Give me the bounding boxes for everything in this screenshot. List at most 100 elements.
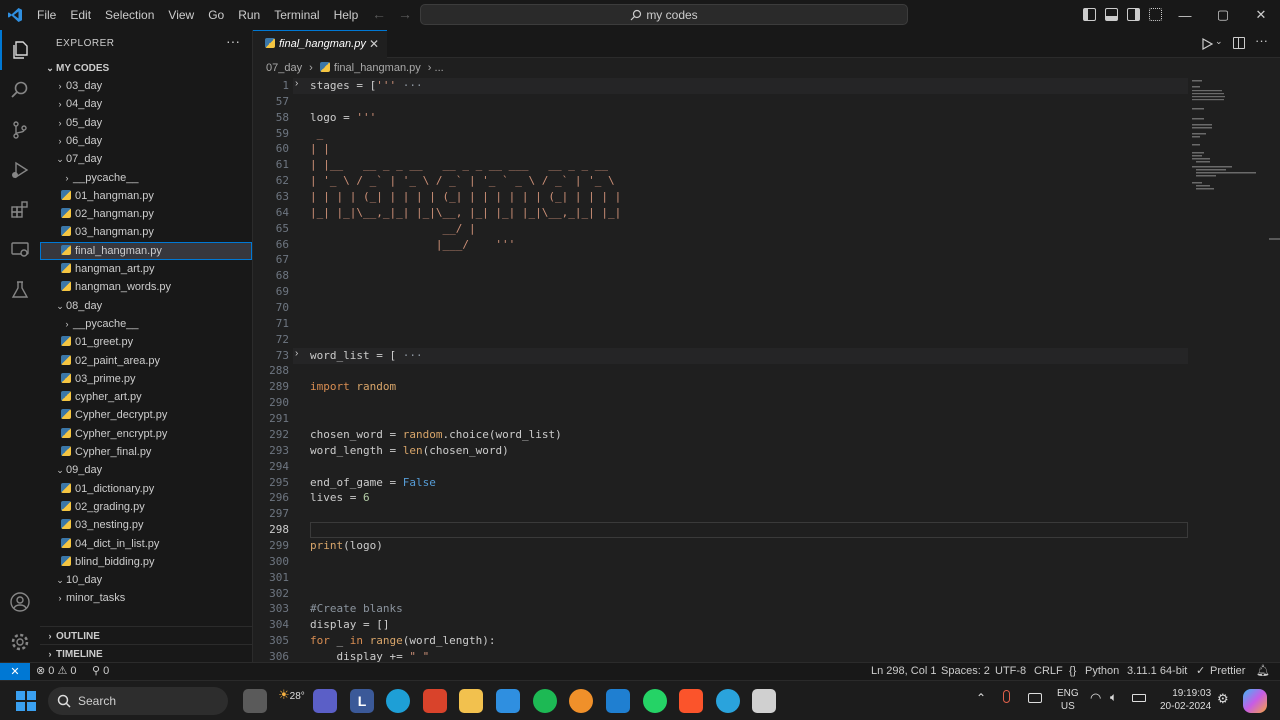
more-editor-actions-icon[interactable]: ···	[1255, 33, 1268, 48]
menu-view[interactable]: View	[161, 0, 201, 30]
tree-file[interactable]: 02_grading.py	[40, 498, 252, 516]
end-of-line[interactable]: CRLF	[1034, 663, 1063, 680]
code-line[interactable]: #Create blanks	[310, 602, 403, 615]
code-line[interactable]: | |	[310, 142, 330, 155]
code-editor[interactable]: 1 › stages = [''' ··· 57 58 logo = ''' 59 _ 60 |…	[253, 78, 1280, 662]
tree-folder[interactable]: › 05_day	[40, 114, 252, 132]
more-actions-icon[interactable]: ···	[226, 33, 240, 49]
start-windows-icon[interactable]	[16, 691, 36, 716]
breadcrumb-file[interactable]: final_hangman.py	[334, 62, 421, 74]
microsoft-store-icon[interactable]	[496, 689, 520, 713]
toggle-secondary-sidebar-icon[interactable]	[1127, 8, 1140, 21]
code-line[interactable]: _	[310, 127, 324, 140]
menu-file[interactable]: File	[30, 0, 63, 30]
customize-layout-icon[interactable]	[1149, 8, 1162, 21]
indentation[interactable]: Spaces: 2	[941, 663, 990, 680]
cursor-position[interactable]: Ln 298, Col 1	[871, 663, 936, 680]
account-icon[interactable]	[0, 582, 40, 622]
code-line[interactable]: for _ in range(word_length):	[310, 634, 495, 647]
copilot-icon[interactable]	[1243, 689, 1267, 713]
notifications-bell-icon[interactable]: 🔔︎	[1256, 663, 1270, 680]
workspace-root[interactable]: ⌄ MY CODES	[40, 59, 252, 77]
run-python-file-icon[interactable]	[1201, 37, 1214, 55]
tree-file[interactable]: Cypher_decrypt.py	[40, 406, 252, 424]
code-line[interactable]: import random	[310, 380, 396, 393]
spotify-icon[interactable]	[533, 689, 557, 713]
explorer-icon[interactable]	[0, 30, 40, 70]
code-line[interactable]: word_list = [ ···	[310, 349, 423, 362]
breadcrumb-more[interactable]: › ...	[428, 62, 444, 74]
battery-icon[interactable]	[1132, 694, 1146, 702]
launcher-l-icon[interactable]: L	[350, 689, 374, 713]
tree-folder[interactable]: › 06_day	[40, 132, 252, 150]
menu-terminal[interactable]: Terminal	[267, 0, 326, 30]
teams-icon[interactable]	[313, 689, 337, 713]
fold-chevron-right-icon[interactable]: ›	[295, 78, 298, 89]
tree-file[interactable]: blind_bidding.py	[40, 553, 252, 571]
extensions-icon[interactable]	[0, 190, 40, 230]
notification-settings-icon[interactable]: ⚙	[1217, 691, 1229, 707]
fl-studio-icon[interactable]	[569, 689, 593, 713]
split-editor-icon[interactable]	[1233, 37, 1245, 49]
tree-file[interactable]: hangman_art.py	[40, 260, 252, 278]
tree-file[interactable]: 02_hangman.py	[40, 205, 252, 223]
tray-chevron-up-icon[interactable]: ⌃	[976, 691, 986, 705]
code-line[interactable]: logo = '''	[310, 111, 376, 124]
toggle-primary-sidebar-icon[interactable]	[1083, 8, 1096, 21]
tree-file[interactable]: 01_dictionary.py	[40, 480, 252, 498]
encoding[interactable]: UTF-8	[995, 663, 1026, 680]
code-line[interactable]: | '_ \ / _` | '_ \ / _` | '_ ` _ \ / _` …	[310, 174, 615, 187]
fold-chevron-right-icon[interactable]: ›	[295, 348, 298, 359]
tree-file[interactable]: 03_hangman.py	[40, 223, 252, 241]
minimap[interactable]	[1188, 78, 1280, 662]
file-explorer-icon[interactable]	[459, 689, 483, 713]
code-line[interactable]: | |__ __ _ _ __ __ _ _ __ ___ __ _ _ __	[310, 158, 608, 171]
tree-folder[interactable]: › minor_tasks	[40, 589, 252, 607]
tree-file[interactable]: final_hangman.py	[40, 241, 252, 260]
tree-file[interactable]: 01_hangman.py	[40, 187, 252, 205]
code-line[interactable]: print(logo)	[310, 539, 383, 552]
clock[interactable]: 19:19:03 20-02-2024	[1160, 687, 1211, 713]
tree-folder[interactable]: ⌄ 08_day	[40, 297, 252, 315]
office-icon[interactable]	[423, 689, 447, 713]
code-line[interactable]: display += "_"	[310, 650, 429, 662]
task-view-icon[interactable]	[243, 689, 267, 713]
microphone-icon[interactable]	[1003, 690, 1010, 703]
tree-file[interactable]: Cypher_encrypt.py	[40, 425, 252, 443]
remote-explorer-icon[interactable]	[0, 230, 40, 270]
code-line[interactable]: lives = 6	[310, 491, 370, 504]
taskbar-search[interactable]: Search	[48, 687, 228, 715]
search-icon[interactable]	[0, 70, 40, 110]
keyboard-icon[interactable]	[1028, 693, 1042, 703]
tree-folder[interactable]: ⌄ 10_day	[40, 571, 252, 589]
language-mode[interactable]: Python	[1085, 663, 1119, 680]
menu-edit[interactable]: Edit	[63, 0, 98, 30]
wifi-icon[interactable]: ◠	[1090, 690, 1101, 706]
menu-selection[interactable]: Selection	[98, 0, 161, 30]
tree-file[interactable]: Cypher_final.py	[40, 443, 252, 461]
brave-browser-icon[interactable]	[679, 689, 703, 713]
vscode-taskbar-icon[interactable]	[606, 689, 630, 713]
tree-folder[interactable]: › 03_day	[40, 77, 252, 95]
code-line[interactable]: __/ |	[310, 222, 475, 235]
outline-section[interactable]: › OUTLINE	[40, 626, 252, 644]
tree-file[interactable]: 04_dict_in_list.py	[40, 535, 252, 553]
tree-folder[interactable]: › __pycache__	[40, 169, 252, 187]
tree-file[interactable]: 01_greet.py	[40, 333, 252, 351]
code-line[interactable]: end_of_game = False	[310, 476, 436, 489]
manage-gear-icon[interactable]	[0, 622, 40, 662]
source-control-icon[interactable]	[0, 110, 40, 150]
whatsapp-icon[interactable]	[643, 689, 667, 713]
tree-file[interactable]: 02_paint_area.py	[40, 352, 252, 370]
tree-folder[interactable]: ⌄ 07_day	[40, 150, 252, 168]
notepad-icon[interactable]	[752, 689, 776, 713]
tree-folder[interactable]: › 04_day	[40, 95, 252, 113]
input-language[interactable]: ENG US	[1057, 687, 1079, 713]
menu-run[interactable]: Run	[231, 0, 267, 30]
code-line[interactable]: word_length = len(chosen_word)	[310, 444, 509, 457]
testing-icon[interactable]	[0, 270, 40, 310]
timeline-section[interactable]: › TIMELINE	[40, 644, 252, 662]
close-button[interactable]: ✕	[1242, 0, 1280, 30]
problems-indicator[interactable]: ⊗ 0 ⚠ 0	[36, 663, 76, 680]
code-line[interactable]: | | | | (_| | | | | (_| | | | | | | (_| …	[310, 190, 621, 203]
